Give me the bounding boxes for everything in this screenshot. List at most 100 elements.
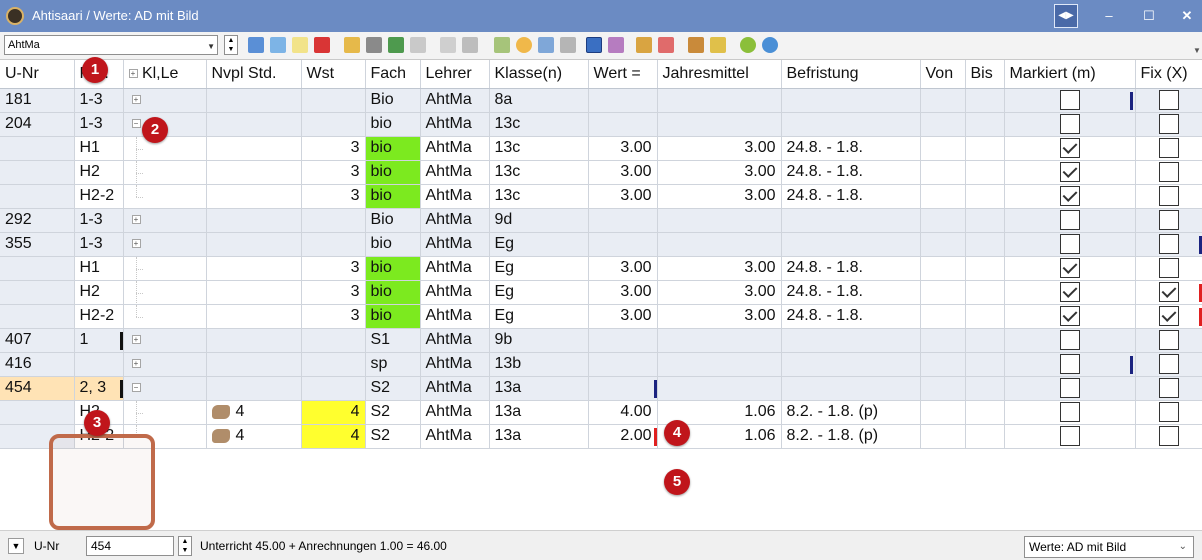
- cell-fach[interactable]: bio: [365, 136, 421, 161]
- cell-bis[interactable]: [965, 136, 1005, 161]
- fix-checkbox[interactable]: [1158, 378, 1179, 398]
- cell-von[interactable]: [920, 208, 966, 233]
- table-row[interactable]: H2 3 bio AhtMa Eg 3.00 3.00 24.8. - 1.8.: [0, 280, 1202, 305]
- fix-checkbox[interactable]: [1158, 354, 1179, 374]
- cell-lehrer[interactable]: AhtMa: [420, 184, 490, 209]
- cell-unr[interactable]: 181: [0, 88, 75, 113]
- cell-markiert[interactable]: [1004, 256, 1136, 281]
- cell-markiert[interactable]: [1004, 184, 1136, 209]
- expand-icon[interactable]: +: [128, 69, 138, 79]
- col-markiert[interactable]: Markiert (m): [1004, 60, 1136, 89]
- cell-unr[interactable]: 407: [0, 328, 75, 353]
- unr-spinner[interactable]: ▲ ▼: [178, 536, 192, 556]
- cell-lehrer[interactable]: AhtMa: [420, 112, 490, 137]
- cell-von[interactable]: [920, 328, 966, 353]
- fix-checkbox[interactable]: [1158, 210, 1179, 230]
- cell-jahresmittel[interactable]: [657, 328, 782, 353]
- cell-klasse[interactable]: Eg: [489, 280, 589, 305]
- table-row[interactable]: H2-2 3 bio AhtMa Eg 3.00 3.00 24.8. - 1.…: [0, 304, 1202, 329]
- cell-klasse[interactable]: 13c: [489, 112, 589, 137]
- markiert-checkbox[interactable]: [1059, 378, 1080, 398]
- markiert-checkbox[interactable]: [1059, 114, 1080, 134]
- clock-icon[interactable]: [516, 37, 532, 53]
- edit-icon[interactable]: [688, 37, 704, 53]
- cell-jahresmittel[interactable]: [657, 112, 782, 137]
- cell-bis[interactable]: [965, 304, 1005, 329]
- expand-icon[interactable]: +: [131, 239, 141, 249]
- fix-checkbox[interactable]: [1158, 114, 1179, 134]
- cell-klle[interactable]: +: [123, 352, 207, 377]
- cell-wert[interactable]: 3.00: [588, 304, 658, 329]
- cell-klle[interactable]: [123, 160, 207, 185]
- cell-bis[interactable]: [965, 88, 1005, 113]
- cell-unr[interactable]: [0, 136, 75, 161]
- cell-nvpl[interactable]: [206, 328, 302, 353]
- cell-fix[interactable]: [1135, 328, 1202, 353]
- cell-wert[interactable]: 3.00: [588, 280, 658, 305]
- cell-jahresmittel[interactable]: 3.00: [657, 136, 782, 161]
- col-von[interactable]: Von: [920, 60, 966, 89]
- cell-klle[interactable]: [123, 400, 207, 425]
- settings-icon[interactable]: [740, 37, 756, 53]
- cell-nvpl[interactable]: [206, 160, 302, 185]
- markiert-checkbox[interactable]: [1059, 90, 1080, 110]
- fix-checkbox[interactable]: [1158, 90, 1179, 110]
- cell-bis[interactable]: [965, 352, 1005, 377]
- cell-wst[interactable]: [301, 328, 366, 353]
- cell-prd[interactable]: H1: [74, 256, 124, 281]
- teacher-select[interactable]: AhtMa ▼: [4, 35, 218, 55]
- cell-von[interactable]: [920, 160, 966, 185]
- cell-fach[interactable]: Bio: [365, 208, 421, 233]
- table-row[interactable]: H2-2 3 bio AhtMa 13c 3.00 3.00 24.8. - 1…: [0, 184, 1202, 209]
- split-view-icon[interactable]: ◀▶: [1054, 4, 1078, 28]
- cell-jahresmittel[interactable]: [657, 232, 782, 257]
- table-row[interactable]: H2 4 4 S2 AhtMa 13a 4.00 1.06 8.2. - 1.8…: [0, 400, 1202, 425]
- cell-klle[interactable]: [123, 256, 207, 281]
- cell-fach[interactable]: bio: [365, 112, 421, 137]
- col-bis[interactable]: Bis: [965, 60, 1005, 89]
- cell-fach[interactable]: bio: [365, 256, 421, 281]
- table-row[interactable]: H2-2 4 4 S2 AhtMa 13a 2.00 1.06 8.2. - 1…: [0, 424, 1202, 449]
- fix-checkbox[interactable]: [1158, 234, 1179, 254]
- cell-wst[interactable]: [301, 376, 366, 401]
- cell-klasse[interactable]: 13c: [489, 136, 589, 161]
- cell-unr[interactable]: [0, 184, 75, 209]
- cell-wst[interactable]: [301, 88, 366, 113]
- cell-unr[interactable]: 292: [0, 208, 75, 233]
- dropdown-icon[interactable]: ▼: [8, 538, 24, 554]
- cell-markiert[interactable]: [1004, 424, 1136, 449]
- document-icon[interactable]: [710, 37, 726, 53]
- chart-icon[interactable]: [344, 37, 360, 53]
- link-icon[interactable]: [410, 37, 426, 53]
- cell-unr[interactable]: 416: [0, 352, 75, 377]
- cell-jahresmittel[interactable]: 3.00: [657, 280, 782, 305]
- cell-fach[interactable]: bio: [365, 184, 421, 209]
- fix-checkbox[interactable]: [1158, 162, 1179, 182]
- cell-fach[interactable]: S2: [365, 424, 421, 449]
- expand-icon[interactable]: +: [131, 359, 141, 369]
- expand-all-icon[interactable]: [248, 37, 264, 53]
- cell-jahresmittel[interactable]: [657, 352, 782, 377]
- cell-wst[interactable]: [301, 208, 366, 233]
- cell-prd[interactable]: 1-3: [74, 208, 124, 233]
- cell-fach[interactable]: sp: [365, 352, 421, 377]
- cell-lehrer[interactable]: AhtMa: [420, 400, 490, 425]
- cell-nvpl[interactable]: [206, 304, 302, 329]
- cell-nvpl[interactable]: [206, 184, 302, 209]
- cell-von[interactable]: [920, 136, 966, 161]
- table-row[interactable]: H1 3 bio AhtMa Eg 3.00 3.00 24.8. - 1.8.: [0, 256, 1202, 281]
- collapse-all-icon[interactable]: [270, 37, 286, 53]
- cell-markiert[interactable]: [1004, 328, 1136, 353]
- cell-wert[interactable]: 3.00: [588, 256, 658, 281]
- cell-bis[interactable]: [965, 400, 1005, 425]
- cell-nvpl[interactable]: [206, 352, 302, 377]
- cell-befristung[interactable]: 24.8. - 1.8.: [781, 304, 921, 329]
- markiert-checkbox[interactable]: [1059, 402, 1080, 422]
- print-icon[interactable]: [658, 37, 674, 53]
- cell-klasse[interactable]: Eg: [489, 256, 589, 281]
- teacher-icon[interactable]: [494, 37, 510, 53]
- cell-bis[interactable]: [965, 328, 1005, 353]
- col-fach[interactable]: Fach: [365, 60, 421, 89]
- chevron-down-icon[interactable]: ⌄: [1179, 537, 1187, 557]
- new-icon[interactable]: [292, 37, 308, 53]
